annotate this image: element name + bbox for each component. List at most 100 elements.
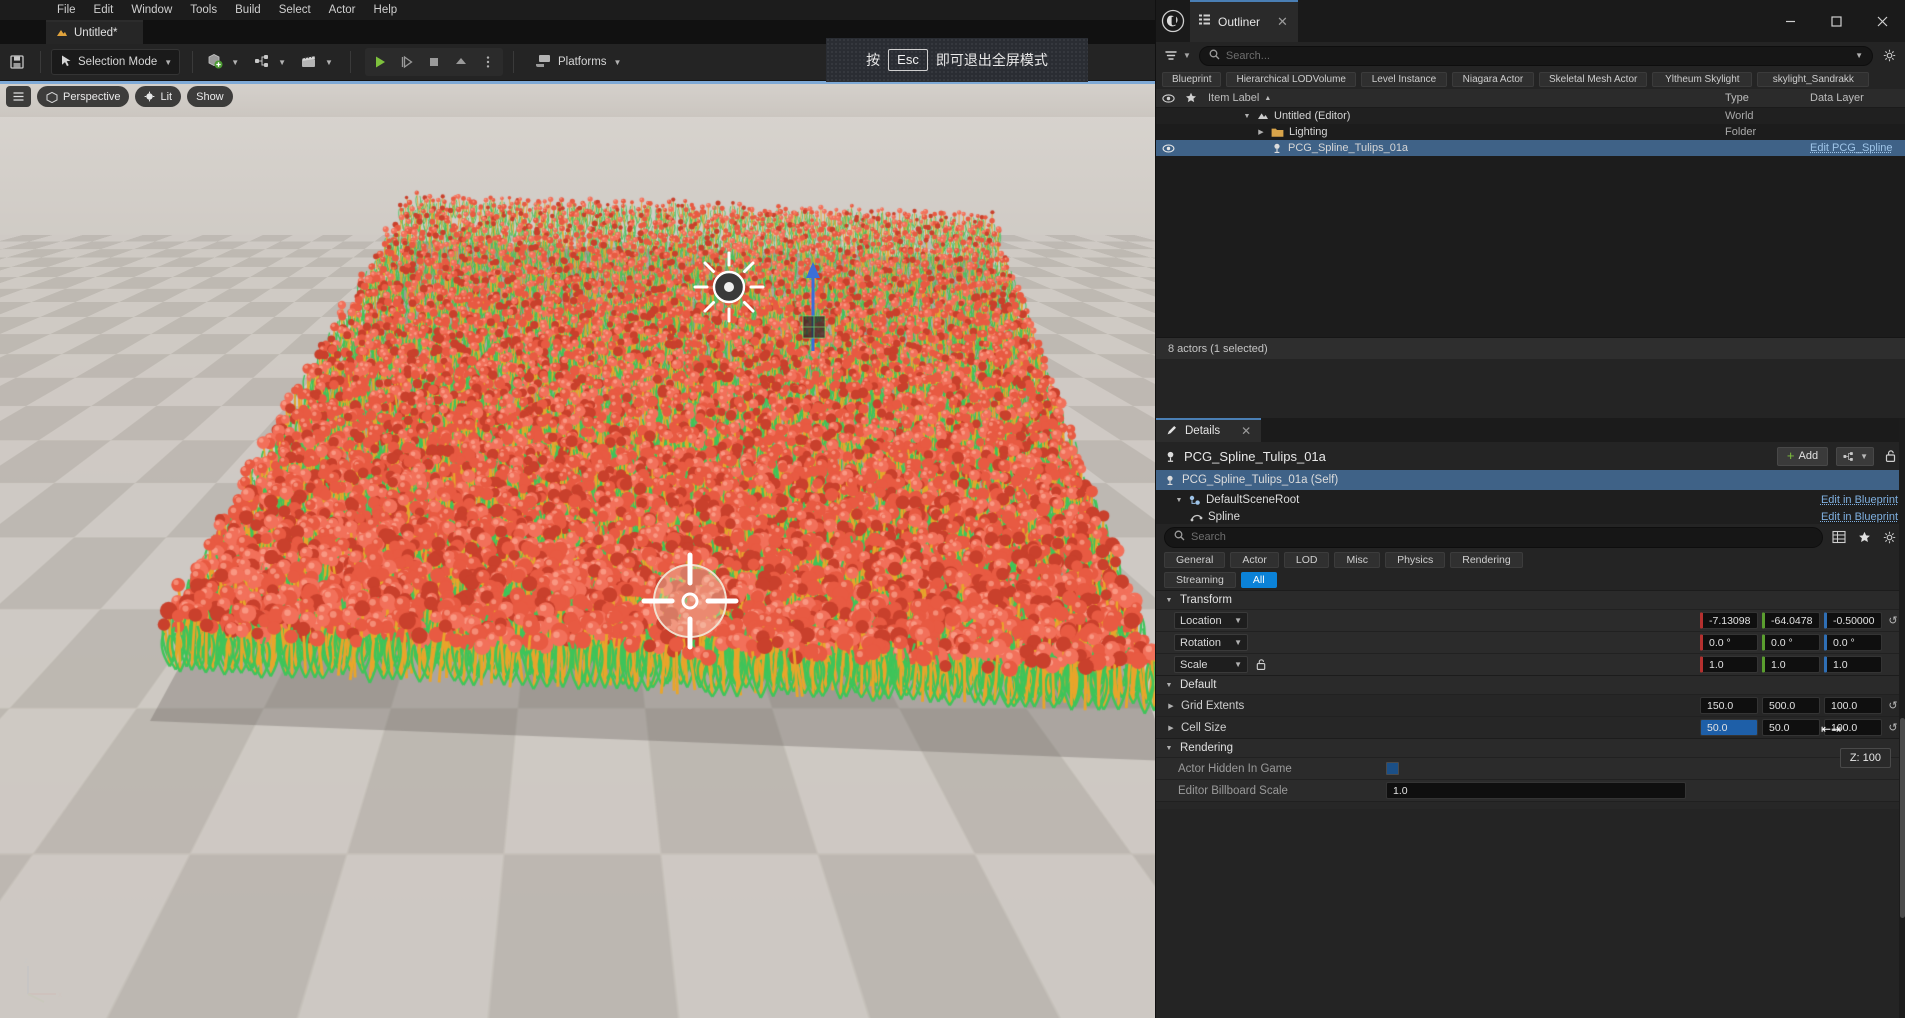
location-reset-icon[interactable]: ↺ — [1886, 614, 1900, 627]
cat-general[interactable]: General — [1164, 552, 1225, 568]
menu-actor[interactable]: Actor — [320, 0, 365, 20]
play-button[interactable] — [367, 49, 393, 75]
menu-help[interactable]: Help — [365, 0, 407, 20]
menu-window[interactable]: Window — [122, 0, 181, 20]
location-x-input[interactable]: -7.13098 — [1700, 612, 1758, 629]
document-tab-untitled[interactable]: Untitled* — [46, 20, 143, 44]
viewport-perspective-button[interactable]: Perspective — [37, 86, 129, 107]
scale-z-input[interactable]: 1.0 — [1824, 656, 1882, 673]
expand-arrow-icon[interactable]: ▶ — [1256, 128, 1266, 136]
viewport-show-button[interactable]: Show — [187, 86, 233, 107]
cat-all[interactable]: All — [1241, 572, 1277, 588]
cat-streaming[interactable]: Streaming — [1164, 572, 1236, 588]
selection-mode-button[interactable]: Selection Mode ▼ — [51, 49, 180, 75]
section-header-rendering[interactable]: ▼ Rendering — [1156, 738, 1905, 757]
outliner-filter-button[interactable]: ▼ — [1162, 49, 1193, 63]
collapse-arrow-icon[interactable]: ▼ — [1164, 597, 1174, 604]
menu-tools[interactable]: Tools — [181, 0, 226, 20]
scale-y-input[interactable]: 1.0 — [1762, 656, 1820, 673]
location-z-input[interactable]: -0.50000 — [1824, 612, 1882, 629]
scale-lock-icon[interactable] — [1253, 658, 1269, 671]
cat-actor[interactable]: Actor — [1230, 552, 1279, 568]
cat-misc[interactable]: Misc — [1334, 552, 1380, 568]
rotation-mode-combo[interactable]: Rotation ▼ — [1174, 634, 1248, 651]
location-mode-combo[interactable]: Location ▼ — [1174, 612, 1248, 629]
rotation-x-input[interactable]: 0.0 ° — [1700, 634, 1758, 651]
details-search-input[interactable] — [1191, 531, 1813, 543]
component-row-spline[interactable]: Spline Edit in Blueprint — [1156, 510, 1905, 524]
details-columns-icon[interactable] — [1830, 528, 1848, 546]
maximize-button[interactable] — [1813, 0, 1859, 42]
chip-blueprint[interactable]: Blueprint — [1162, 72, 1221, 87]
column-item-label[interactable]: Item Label ▲ — [1202, 92, 1725, 104]
cat-rendering[interactable]: Rendering — [1450, 552, 1522, 568]
close-icon[interactable]: ✕ — [1277, 14, 1288, 30]
expand-arrow-icon[interactable]: ▶ — [1166, 724, 1176, 732]
column-type[interactable]: Type — [1725, 92, 1810, 104]
menu-select[interactable]: Select — [270, 0, 320, 20]
grid-extents-z-input[interactable]: 100.0 — [1824, 697, 1882, 714]
chip-skeletal-mesh-actor[interactable]: Skeletal Mesh Actor — [1539, 72, 1647, 87]
save-button[interactable] — [0, 54, 34, 70]
chevron-down-icon[interactable]: ▼ — [1855, 51, 1863, 60]
row-visibility-toggle[interactable] — [1156, 143, 1180, 154]
chip-skylight-sandrakk[interactable]: skylight_Sandrakk — [1757, 72, 1869, 87]
chip-niagara-actor[interactable]: Niagara Actor — [1452, 72, 1534, 87]
cell-size-z-input[interactable]: 100.0 ⇤⇥ — [1824, 719, 1882, 736]
viewport-options-button[interactable] — [6, 86, 31, 107]
viewport-lit-button[interactable]: Lit — [135, 86, 181, 107]
tab-outliner[interactable]: Outliner ✕ — [1190, 0, 1298, 42]
section-header-transform[interactable]: ▼ Transform — [1156, 590, 1905, 609]
component-row-defaultsceneroot[interactable]: ▼ DefaultSceneRoot Edit in Blueprint — [1156, 490, 1905, 510]
component-tree[interactable]: PCG_Spline_Tulips_01a (Self) ▼ DefaultSc… — [1156, 470, 1905, 524]
tab-details[interactable]: Details ✕ — [1156, 418, 1261, 442]
grid-extents-reset-icon[interactable]: ↺ — [1886, 699, 1900, 712]
edit-in-blueprint-link[interactable]: Edit in Blueprint — [1821, 511, 1898, 523]
table-row[interactable]: PCG_Spline_Tulips_01a Edit PCG_Spline — [1156, 140, 1905, 156]
details-favorites-star-icon[interactable] — [1855, 528, 1873, 546]
table-row[interactable]: ▶ Lighting Folder — [1156, 124, 1905, 140]
expand-arrow-icon[interactable]: ▼ — [1174, 497, 1184, 504]
details-settings-gear-icon[interactable] — [1880, 528, 1898, 546]
add-component-button[interactable]: + Add — [1777, 447, 1828, 466]
rotation-y-input[interactable]: 0.0 ° — [1762, 634, 1820, 651]
table-row[interactable]: ▼ Untitled (Editor) World — [1156, 108, 1905, 124]
rotation-z-input[interactable]: 0.0 ° — [1824, 634, 1882, 651]
column-data-layer[interactable]: Data Layer — [1810, 92, 1905, 104]
blueprint-options-button[interactable]: ▼ — [1836, 447, 1874, 466]
chip-level-instance[interactable]: Level Instance — [1361, 72, 1447, 87]
close-window-button[interactable] — [1859, 0, 1905, 42]
menu-edit[interactable]: Edit — [85, 0, 123, 20]
scale-x-input[interactable]: 1.0 — [1700, 656, 1758, 673]
details-scrollbar-thumb[interactable] — [1900, 718, 1905, 918]
platforms-button[interactable]: Platforms ▼ — [528, 49, 629, 75]
favorite-column-star-icon[interactable] — [1180, 92, 1202, 104]
cat-physics[interactable]: Physics — [1385, 552, 1445, 568]
details-lock-icon[interactable] — [1882, 449, 1898, 463]
close-icon[interactable]: ✕ — [1241, 424, 1251, 438]
stop-button[interactable] — [421, 49, 447, 75]
cat-lod[interactable]: LOD — [1284, 552, 1330, 568]
blueprints-button[interactable]: ▼ — [246, 49, 293, 75]
edit-in-blueprint-link[interactable]: Edit in Blueprint — [1821, 494, 1898, 506]
cell-size-x-input[interactable]: 50.0 — [1700, 719, 1758, 736]
outliner-search-input[interactable] — [1226, 50, 1847, 62]
spline-direction-gizmo[interactable] — [795, 256, 835, 356]
eject-button[interactable] — [448, 49, 474, 75]
expand-arrow-icon[interactable]: ▼ — [1242, 113, 1252, 120]
details-scrollbar[interactable] — [1899, 418, 1905, 1018]
expand-arrow-icon[interactable]: ▶ — [1166, 702, 1176, 710]
collapse-arrow-icon[interactable]: ▼ — [1164, 682, 1174, 689]
outliner-search-box[interactable]: ▼ — [1199, 46, 1873, 66]
scale-mode-combo[interactable]: Scale ▼ — [1174, 656, 1248, 673]
outliner-settings-gear-icon[interactable] — [1879, 46, 1899, 66]
location-y-input[interactable]: -64.0478 — [1762, 612, 1820, 629]
row-data-layer[interactable]: Edit PCG_Spline — [1810, 142, 1905, 154]
minimize-button[interactable] — [1767, 0, 1813, 42]
details-search-box[interactable] — [1164, 527, 1823, 548]
cell-size-reset-icon[interactable]: ↺ — [1886, 721, 1900, 734]
actor-hidden-checkbox[interactable] — [1386, 762, 1399, 775]
grid-extents-y-input[interactable]: 500.0 — [1762, 697, 1820, 714]
add-actor-button[interactable]: ▼ — [199, 49, 246, 75]
transform-gizmo[interactable] — [630, 541, 750, 661]
